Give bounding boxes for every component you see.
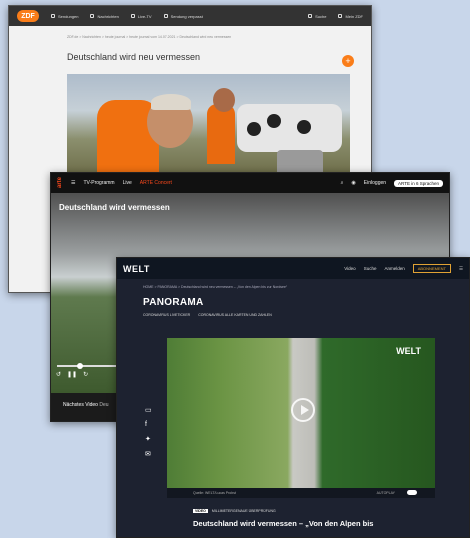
next-video-label[interactable]: Nächstes Video Deu <box>63 402 109 408</box>
arte-nav-live[interactable]: Live <box>123 180 132 186</box>
zdf-nav-sendungen[interactable]: Sendungen <box>51 14 78 19</box>
article-photo <box>67 74 350 180</box>
video-source: Quelle: WELT/Lucas Probst <box>193 491 236 495</box>
play-button[interactable] <box>291 398 315 422</box>
abo-button[interactable]: ABONNEMENT <box>412 264 451 273</box>
twitter-icon[interactable]: ✦ <box>145 435 152 443</box>
player-controls: ↺ ❚❚ ↻ <box>56 371 88 378</box>
subnav-karten[interactable]: CORONAVIRUS ALLE KARTEN UND ZAHLEN <box>198 313 272 317</box>
breadcrumb: HOME > PANORAMA > Deutschland wird neu v… <box>143 285 288 289</box>
welt-topbar: WELT Video Suche Anmelden ABONNEMENT ☰ <box>117 258 469 279</box>
sub-nav: CORONAVIRUS LIVETICKER CORONAVIRUS ALLE … <box>117 308 469 317</box>
video-player[interactable]: WELT <box>167 338 435 488</box>
comment-icon[interactable]: ▭ <box>145 406 152 414</box>
autoplay-label: AUTOPLAY <box>376 491 395 495</box>
facebook-icon[interactable]: f <box>145 421 152 428</box>
progress-bar[interactable] <box>57 365 117 367</box>
rewind-icon[interactable]: ↺ <box>56 371 61 378</box>
grid-icon <box>51 14 55 18</box>
arte-logo[interactable]: arte <box>57 177 63 188</box>
zdf-search[interactable]: Suche <box>308 14 326 19</box>
menu-icon[interactable]: ☰ <box>459 266 463 272</box>
welt-login[interactable]: Anmelden <box>384 266 404 271</box>
search-icon <box>308 14 313 18</box>
share-bar: ▭ f ✦ ✉ <box>145 406 152 458</box>
autoplay-toggle[interactable] <box>407 490 417 495</box>
user-icon[interactable]: ◉ <box>351 180 355 186</box>
welt-logo[interactable]: WELT <box>123 264 150 274</box>
live-icon <box>130 14 135 18</box>
worker2-vest <box>207 104 235 164</box>
video-title: Deutschland wird vermessen <box>59 203 170 212</box>
welt-search[interactable]: Suche <box>364 266 377 271</box>
zdf-nav-livetv[interactable]: Live-TV <box>130 14 152 19</box>
welt-window: WELT Video Suche Anmelden ABONNEMENT ☰ H… <box>116 257 470 538</box>
arte-topbar: arte ☰ TV-Programm Live ARTE Concert ⌕ ◉… <box>51 173 449 193</box>
clock-icon <box>163 14 168 18</box>
worker2-face <box>213 88 235 112</box>
zdf-nav-nachrichten[interactable]: Nachrichten <box>90 14 119 19</box>
tag-label: VIDEO <box>193 509 208 513</box>
subnav-liveticker[interactable]: CORONAVIRUS LIVETICKER <box>143 313 190 317</box>
progress-knob[interactable] <box>77 363 83 369</box>
user-icon <box>338 14 343 18</box>
section-title: PANORAMA <box>143 297 204 308</box>
arte-nav-concert[interactable]: ARTE Concert <box>140 180 172 186</box>
login-link[interactable]: Einloggen <box>364 180 386 186</box>
breadcrumb: ZDF.de > Nachrichten > heute journal > h… <box>67 35 232 39</box>
arte-nav-programm[interactable]: TV-Programm <box>83 180 114 186</box>
news-icon <box>90 14 95 18</box>
zdf-logo[interactable]: ZDF <box>17 10 39 22</box>
zdf-account[interactable]: Mein ZDF <box>338 14 363 19</box>
mail-icon[interactable]: ✉ <box>145 450 152 458</box>
theodolite <box>237 104 342 152</box>
welt-nav-video[interactable]: Video <box>344 266 355 271</box>
video-footer: Quelle: WELT/Lucas Probst AUTOPLAY <box>167 488 435 498</box>
tag-text: MILLIMETERGENAUE ÜBERPRÜFUNG <box>211 509 276 513</box>
hamburger-icon[interactable]: ☰ <box>71 180 75 186</box>
bookmark-button[interactable]: + <box>342 55 354 67</box>
article-headline[interactable]: Deutschland wird vermessen – „Von den Al… <box>193 519 373 528</box>
video-logo: WELT <box>396 346 421 356</box>
page-title: Deutschland wird neu vermessen <box>67 52 201 62</box>
language-select[interactable]: ARTE in 6 Sprachen <box>394 179 443 187</box>
search-icon[interactable]: ⌕ <box>341 180 344 186</box>
article-tag: VIDEO MILLIMETERGENAUE ÜBERPRÜFUNG <box>193 509 276 513</box>
forward-icon[interactable]: ↻ <box>83 371 88 378</box>
zdf-nav-verpasst[interactable]: Sendung verpasst <box>163 14 203 19</box>
zdf-topbar: ZDF Sendungen Nachrichten Live-TV Sendun… <box>9 6 371 26</box>
pause-icon[interactable]: ❚❚ <box>67 371 77 378</box>
